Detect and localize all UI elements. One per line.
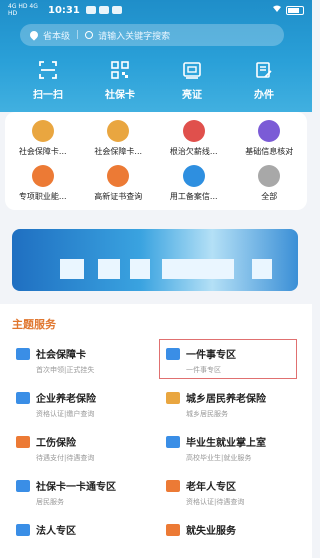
status-time: 10:31 — [48, 4, 80, 16]
theme-service-title: 城乡居民养老保险 — [186, 394, 266, 405]
theme-service-item[interactable]: 一件事专区 一件事专区 — [159, 339, 297, 379]
theme-service-icon — [166, 436, 180, 448]
quick-action-label: 扫一扫 — [33, 90, 63, 101]
theme-service-title: 老年人专区 — [186, 482, 236, 493]
section-title: 主题服务 — [12, 318, 56, 331]
quick-action-show-id[interactable]: 亮证 — [162, 60, 222, 101]
service-grid-item[interactable]: 社会保障卡... — [5, 120, 81, 157]
quick-action-label: 办件 — [254, 90, 274, 101]
service-label: 高新证书查询 — [94, 192, 143, 201]
services-grid-card: 社会保障卡... 社会保障卡... 根治欠薪线... 基础信息核对专项职业能... 高新… — [5, 112, 307, 210]
theme-service-title: 社会保障卡 — [36, 350, 86, 361]
theme-service-icon — [166, 392, 180, 404]
scan-icon — [39, 61, 57, 79]
theme-service-subtitle: 资格认证|缴户查询 — [36, 410, 95, 418]
theme-service-title: 毕业生就业掌上室 — [186, 438, 266, 449]
theme-service-item[interactable]: 企业养老保险 资格认证|缴户查询 — [10, 384, 146, 422]
theme-service-item[interactable]: 社保卡一卡通专区 居民服务 — [10, 472, 146, 510]
wifi-icon — [272, 5, 282, 16]
service-label: 社会保障卡... — [94, 147, 143, 156]
theme-service-subtitle: 首次申领|正式挂失 — [36, 366, 95, 374]
theme-service-item[interactable]: 法人专区 — [10, 516, 146, 554]
notification-icon — [111, 6, 122, 14]
search-divider: | — [76, 30, 80, 40]
service-icon — [31, 165, 54, 187]
theme-service-icon — [16, 348, 30, 360]
notification-icon — [85, 6, 96, 14]
service-label: 基础信息核对 — [245, 147, 294, 156]
service-grid-item[interactable]: 高新证书查询 — [81, 165, 157, 202]
theme-service-item[interactable]: 老年人专区资格认证|待遇查询 — [160, 472, 296, 510]
theme-service-subtitle: 高校毕业生|就业服务 — [186, 454, 252, 462]
quick-action-scan[interactable]: 扫一扫 — [18, 60, 78, 101]
theme-service-subtitle: 城乡居民服务 — [186, 410, 228, 418]
theme-service-item[interactable]: 城乡居民养老保险 城乡居民服务 — [160, 384, 296, 422]
theme-service-title: 法人专区 — [36, 526, 76, 537]
service-icon — [258, 165, 281, 187]
theme-service-title: 社保卡一卡通专区 — [36, 482, 116, 493]
theme-service-title: 就失业服务 — [186, 526, 236, 537]
theme-service-subtitle: 一件事专区 — [186, 366, 221, 374]
theme-service-item[interactable]: 毕业生就业掌上室 高校毕业生|就业服务 — [160, 428, 296, 466]
quick-action-label: 亮证 — [182, 90, 202, 101]
theme-service-subtitle: 居民服务 — [36, 498, 64, 506]
location-pin-icon — [28, 29, 40, 41]
service-grid-item[interactable]: 根治欠薪线... — [156, 120, 232, 157]
theme-service-item[interactable]: 工伤保险待遇支付|待遇查询 — [10, 428, 146, 466]
quick-actions: 扫一扫 社保卡 亮证 办件 — [0, 60, 312, 101]
theme-service-icon — [16, 480, 30, 492]
service-icon — [31, 120, 54, 142]
service-grid-item[interactable]: 社会保障卡... — [81, 120, 157, 157]
theme-service-title: 工伤保险 — [36, 438, 76, 449]
service-icon — [107, 120, 130, 142]
service-label: 用工备案信... — [169, 192, 218, 201]
service-label: 根治欠薪线... — [169, 147, 218, 156]
service-grid-item[interactable]: 用工备案信... — [156, 165, 232, 202]
id-card-icon — [183, 62, 201, 79]
service-grid-item[interactable]: 专项职业能... — [5, 165, 81, 202]
service-label: 全部 — [261, 192, 278, 201]
signal-indicator: 4G HD 4G HD — [8, 3, 38, 17]
theme-service-icon — [16, 392, 30, 404]
theme-service-icon — [166, 348, 180, 360]
search-icon — [85, 31, 94, 39]
service-grid-item[interactable]: 基础信息核对 — [232, 120, 308, 157]
service-label: 专项职业能... — [18, 192, 67, 201]
edit-document-icon — [256, 62, 272, 78]
theme-service-subtitle: 资格认证|待遇查询 — [186, 498, 245, 506]
service-icon — [258, 120, 281, 142]
region-selector[interactable]: 省本级 — [43, 29, 70, 42]
theme-service-icon — [16, 524, 30, 536]
theme-service-title: 一件事专区 — [186, 350, 236, 361]
quick-action-label: 社保卡 — [105, 90, 135, 101]
service-grid-item[interactable]: 全部 — [232, 165, 308, 202]
promo-banner[interactable] — [12, 229, 298, 291]
notification-icon — [98, 6, 109, 14]
theme-service-title: 企业养老保险 — [36, 394, 96, 405]
quick-action-my-cases[interactable]: 办件 — [234, 60, 294, 101]
theme-service-icon — [166, 524, 180, 536]
theme-service-icon — [16, 436, 30, 448]
service-icon — [182, 165, 205, 187]
service-icon — [107, 165, 130, 187]
theme-service-subtitle: 待遇支付|待遇查询 — [36, 454, 95, 462]
search-bar[interactable]: 省本级 | 请输入关键字搜索 — [20, 24, 284, 46]
theme-service-item[interactable]: 社会保障卡首次申领|正式挂失 — [10, 340, 146, 378]
battery-icon — [286, 5, 304, 15]
header-area: 4G HD 4G HD 10:31 省本级 | 请输入关键字搜索 扫一扫 社保卡 — [0, 0, 312, 112]
theme-service-icon — [166, 480, 180, 492]
quick-action-social-card[interactable]: 社保卡 — [90, 60, 150, 101]
theme-service-item[interactable]: 就失业服务 — [160, 516, 296, 554]
qr-code-icon — [111, 61, 129, 79]
service-label: 社会保障卡... — [18, 147, 67, 156]
search-input[interactable]: 请输入关键字搜索 — [98, 29, 170, 42]
status-bar: 4G HD 4G HD 10:31 — [0, 0, 312, 20]
service-icon — [182, 120, 205, 142]
